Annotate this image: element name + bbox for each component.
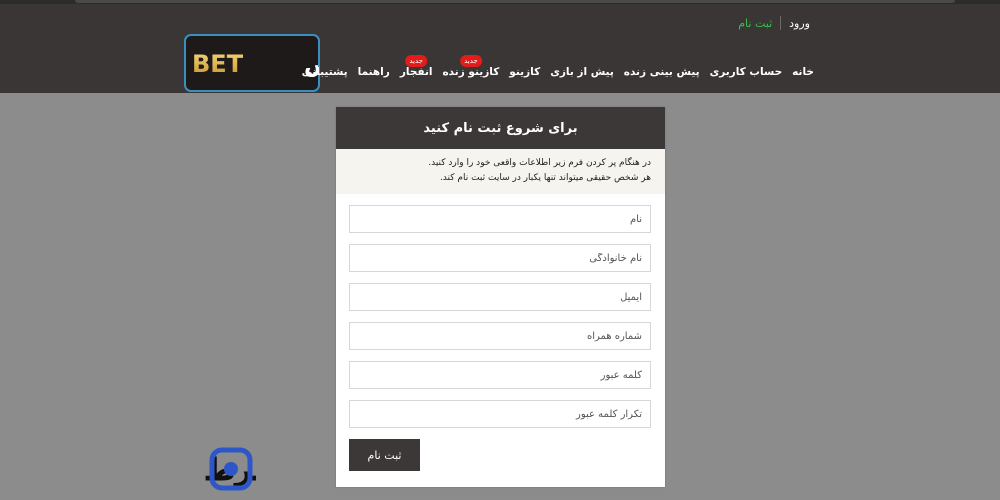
last-name-field[interactable] <box>349 244 651 272</box>
nav-home[interactable]: خانه <box>792 66 814 78</box>
nav-casino-label: کازینو <box>509 66 541 78</box>
nav-guide-label: راهنما <box>357 66 390 78</box>
logo-graphic: BET پلاس <box>192 50 318 78</box>
note-line-2: هر شخص حقیقی میتواند تنها یکبار در سایت … <box>439 173 651 183</box>
nav-crash-label: انفجار <box>399 66 433 78</box>
nav-live-betting[interactable]: پیش بینی زنده <box>624 66 700 78</box>
auth-links: ورود ثبت نام <box>738 16 810 30</box>
registration-title: برای شروع ثبت نام کنید <box>336 107 665 149</box>
new-badge: جدید <box>405 55 427 67</box>
nav-support[interactable]: پشتیبانی <box>302 66 348 78</box>
nav-live-casino[interactable]: جدید کازینو زنده <box>442 55 500 78</box>
nav-support-label: پشتیبانی <box>301 66 348 78</box>
first-name-field[interactable] <box>349 205 651 233</box>
login-link[interactable]: ورود <box>789 17 810 30</box>
nav-home-label: خانه <box>792 66 814 78</box>
nav-live-casino-label: کازینو زنده <box>442 66 500 78</box>
mobile-field[interactable] <box>349 322 651 350</box>
registration-panel: برای شروع ثبت نام کنید در هنگام پر کردن … <box>336 107 665 487</box>
site-logo[interactable]: BET پلاس <box>184 34 320 92</box>
top-strip-bar <box>75 0 955 3</box>
nav-prematch[interactable]: پیش از بازی <box>550 66 614 78</box>
nav-crash[interactable]: جدید انفجار <box>399 55 433 78</box>
confirm-password-field[interactable] <box>349 400 651 428</box>
nav-casino[interactable]: کازینو <box>509 66 540 78</box>
auth-divider <box>780 16 782 30</box>
password-field[interactable] <box>349 361 651 389</box>
register-submit-button[interactable]: ثبت نام <box>349 439 420 471</box>
new-badge: جدید <box>460 55 482 67</box>
site-header: ورود ثبت نام BET پلاس خانه حساب کاربری پ… <box>0 4 1000 93</box>
note-line-1: در هنگام پر کردن فرم زیر اطلاعات واقعی خ… <box>428 158 651 168</box>
nav-account-label: حساب کاربری <box>709 66 783 78</box>
nav-prematch-label: پیش از بازی <box>550 66 614 78</box>
logo-bet-text: BET <box>192 50 244 78</box>
registration-fields <box>336 194 665 428</box>
nav-account[interactable]: حساب کاربری <box>710 66 783 78</box>
registration-note: در هنگام پر کردن فرم زیر اطلاعات واقعی خ… <box>336 149 665 194</box>
email-field[interactable] <box>349 283 651 311</box>
nav-guide[interactable]: راهنما <box>358 66 390 78</box>
watermark-logo: دیجی شرط <box>204 447 256 491</box>
nav-live-betting-label: پیش بینی زنده <box>623 66 700 78</box>
register-link[interactable]: ثبت نام <box>738 17 772 30</box>
main-nav: خانه حساب کاربری پیش بینی زنده پیش از با… <box>302 55 814 78</box>
